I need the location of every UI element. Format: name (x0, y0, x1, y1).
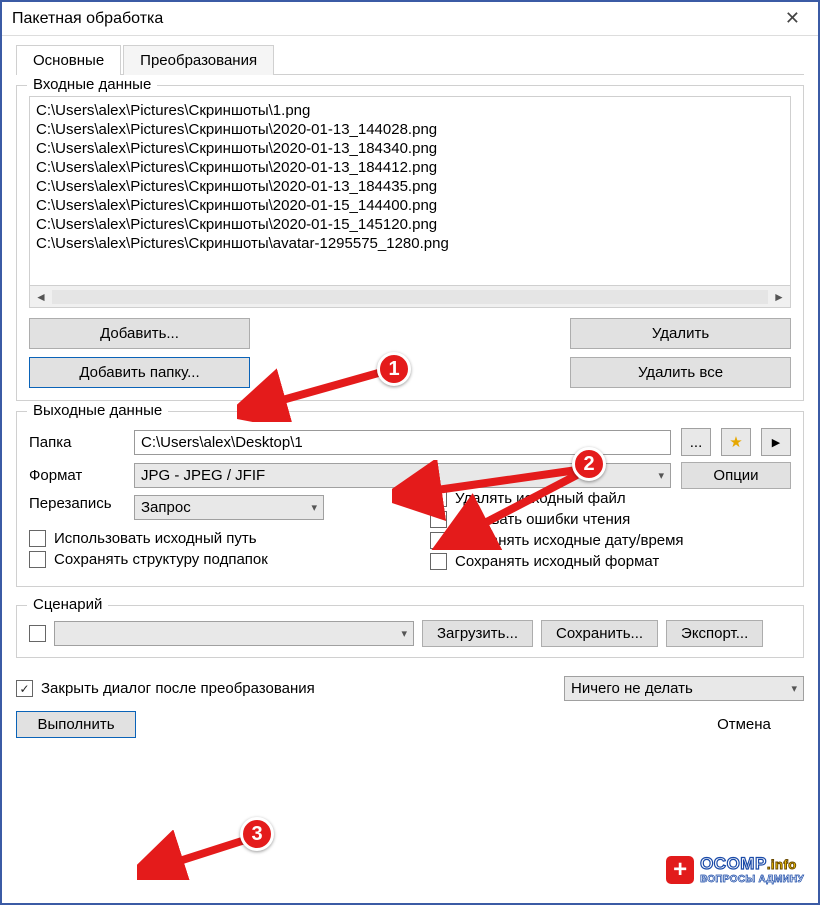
file-item[interactable]: C:\Users\alex\Pictures\Скриншоты\2020-01… (36, 139, 784, 158)
check-keep-datetime[interactable]: Сохранять исходные дату/время (430, 532, 791, 549)
format-label: Формат (29, 467, 124, 484)
remove-button[interactable]: Удалить (570, 318, 791, 349)
add-button[interactable]: Добавить... (29, 318, 250, 349)
close-icon[interactable]: ✕ (777, 8, 808, 29)
tabs: Основные Преобразования (16, 44, 804, 75)
annotation-marker-2: 2 (572, 447, 606, 481)
watermark-plus-icon: + (666, 856, 694, 884)
chevron-down-icon: ▾ (311, 501, 317, 514)
folder-label: Папка (29, 434, 124, 451)
format-value: JPG - JPEG / JFIF (141, 467, 265, 484)
window-title: Пакетная обработка (12, 10, 163, 28)
tab-transforms[interactable]: Преобразования (123, 45, 274, 75)
annotation-marker-3: 3 (240, 817, 274, 851)
group-input-legend: Входные данные (27, 76, 157, 93)
group-output-legend: Выходные данные (27, 402, 168, 419)
file-item[interactable]: C:\Users\alex\Pictures\Скриншоты\2020-01… (36, 120, 784, 139)
check-keep-format[interactable]: Сохранять исходный формат (430, 553, 791, 570)
annotation-arrow-3 (137, 830, 257, 880)
check-keep-subfolders[interactable]: Сохранять структуру подпапок (29, 551, 390, 568)
add-folder-button[interactable]: Добавить папку... (29, 357, 250, 388)
overwrite-select[interactable]: Запрос ▾ (134, 495, 324, 520)
check-hide-read-errors[interactable]: Скрывать ошибки чтения (430, 511, 791, 528)
check-delete-source[interactable]: Удалять исходный файл (430, 490, 791, 507)
group-scenario: Сценарий ▾ Загрузить... Сохранить... Экс… (16, 605, 804, 658)
run-button[interactable]: Выполнить (16, 711, 136, 738)
overwrite-label: Перезапись (29, 495, 124, 512)
group-input: Входные данные C:\Users\alex\Pictures\Ск… (16, 85, 804, 401)
watermark: + OCOMP.info ВОПРОСЫ АДМИНУ (666, 854, 804, 885)
file-item[interactable]: C:\Users\alex\Pictures\Скриншоты\2020-01… (36, 158, 784, 177)
file-item[interactable]: C:\Users\alex\Pictures\Скриншоты\2020-01… (36, 196, 784, 215)
scenario-checkbox[interactable] (29, 625, 46, 642)
chevron-down-icon: ▾ (658, 469, 664, 482)
file-list-hscrollbar[interactable]: ◄ ► (29, 286, 791, 308)
check-use-source-path[interactable]: Использовать исходный путь (29, 530, 390, 547)
file-list[interactable]: C:\Users\alex\Pictures\Скриншоты\1.png C… (29, 96, 791, 286)
scenario-load-button[interactable]: Загрузить... (422, 620, 533, 647)
group-output: Выходные данные Папка ... ★ ▶ Формат JPG… (16, 411, 804, 587)
scenario-save-button[interactable]: Сохранить... (541, 620, 658, 647)
favorite-icon[interactable]: ★ (721, 428, 751, 456)
group-scenario-legend: Сценарий (27, 596, 108, 613)
remove-all-button[interactable]: Удалить все (570, 357, 791, 388)
file-item[interactable]: C:\Users\alex\Pictures\Скриншоты\avatar-… (36, 234, 784, 253)
options-button[interactable]: Опции (681, 462, 791, 489)
tab-main[interactable]: Основные (16, 45, 121, 75)
file-item[interactable]: C:\Users\alex\Pictures\Скриншоты\2020-01… (36, 177, 784, 196)
chevron-down-icon: ▾ (791, 682, 797, 695)
file-item[interactable]: C:\Users\alex\Pictures\Скриншоты\1.png (36, 101, 784, 120)
scenario-select[interactable]: ▾ (54, 621, 414, 646)
annotation-marker-1: 1 (377, 352, 411, 386)
scroll-track[interactable] (52, 290, 768, 304)
check-close-after[interactable]: ✓Закрыть диалог после преобразования (16, 680, 315, 697)
chevron-down-icon: ▾ (401, 627, 407, 640)
bottom-bar: ✓Закрыть диалог после преобразования Нич… (2, 662, 818, 752)
cancel-button[interactable]: Отмена (684, 712, 804, 737)
after-action-select[interactable]: Ничего не делать ▾ (564, 676, 804, 701)
scenario-export-button[interactable]: Экспорт... (666, 620, 763, 647)
browse-button[interactable]: ... (681, 428, 711, 456)
scroll-right-icon[interactable]: ► (768, 290, 790, 304)
file-item[interactable]: C:\Users\alex\Pictures\Скриншоты\2020-01… (36, 215, 784, 234)
tab-panel-main: Входные данные C:\Users\alex\Pictures\Ск… (2, 75, 818, 601)
titlebar: Пакетная обработка ✕ (2, 2, 818, 36)
scroll-left-icon[interactable]: ◄ (30, 290, 52, 304)
menu-arrow-icon[interactable]: ▶ (761, 428, 791, 456)
overwrite-value: Запрос (141, 499, 191, 516)
